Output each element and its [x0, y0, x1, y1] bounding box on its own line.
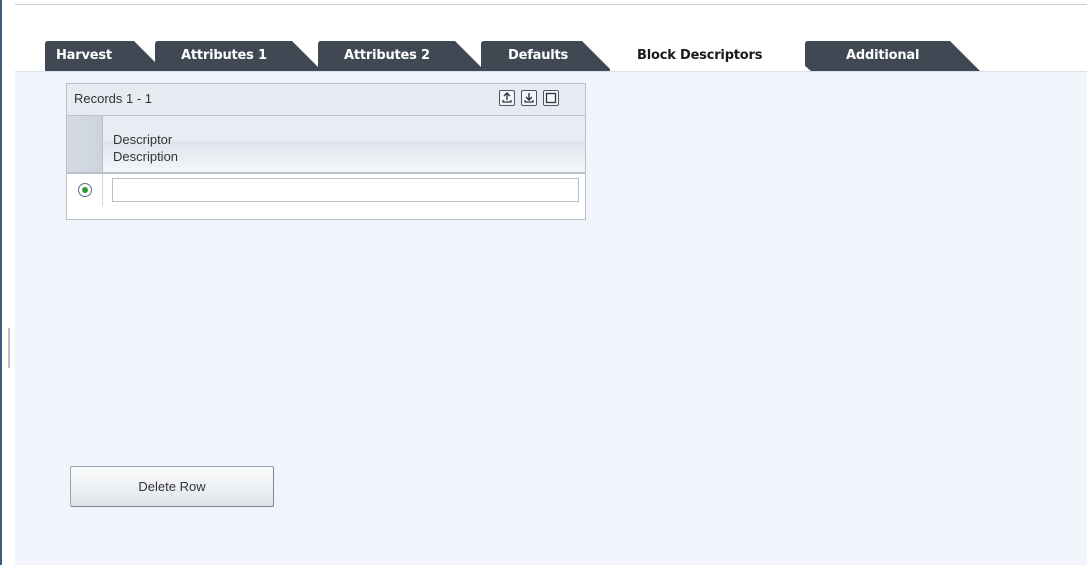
tab-bar: Harvest Attributes 1 Attributes 2 Defaul… — [42, 41, 1087, 71]
tab-attributes-2[interactable]: Attributes 2 — [315, 41, 490, 71]
delete-row-button[interactable]: Delete Row — [70, 466, 274, 507]
records-count: Records 1 - 1 — [74, 91, 153, 106]
tab-additional[interactable]: Additional — [802, 41, 984, 71]
tab-label-harvest: Harvest — [56, 48, 112, 63]
column-header-line-description: Description — [113, 149, 179, 164]
column-header-row: Descriptor Description — [67, 116, 585, 174]
tab-harvest[interactable]: Harvest — [42, 41, 170, 71]
tab-label-attributes-2: Attributes 2 — [344, 48, 430, 63]
tab-attributes-1[interactable]: Attributes 1 — [152, 41, 327, 71]
table-row — [67, 174, 585, 219]
grid-toolbar: Records 1 - 1 — [67, 84, 585, 116]
export-icon[interactable] — [499, 90, 515, 106]
row-select-header — [67, 116, 103, 172]
tab-block-descriptors[interactable]: Block Descriptors — [607, 41, 817, 71]
top-divider — [15, 4, 1087, 5]
column-header-line-descriptor: Descriptor — [113, 132, 173, 147]
tab-defaults[interactable]: Defaults — [478, 41, 614, 71]
descriptor-grid: Records 1 - 1 Descriptor Description — [66, 83, 586, 220]
tab-label-block-descriptors: Block Descriptors — [637, 48, 763, 63]
tab-label-defaults: Defaults — [508, 48, 569, 63]
application-frame: Harvest Attributes 1 Attributes 2 Defaul… — [0, 0, 1087, 565]
row-selector — [67, 174, 103, 206]
frame-edge-marker — [8, 328, 10, 368]
tab-label-attributes-1: Attributes 1 — [181, 48, 267, 63]
row-select-radio[interactable] — [78, 183, 92, 197]
descriptor-input[interactable] — [112, 178, 579, 202]
column-header-descriptor[interactable]: Descriptor Description — [113, 131, 178, 165]
maximize-icon[interactable] — [543, 90, 559, 106]
import-icon[interactable] — [521, 90, 537, 106]
tab-label-additional: Additional — [846, 48, 920, 63]
radio-selected-dot — [82, 187, 88, 193]
